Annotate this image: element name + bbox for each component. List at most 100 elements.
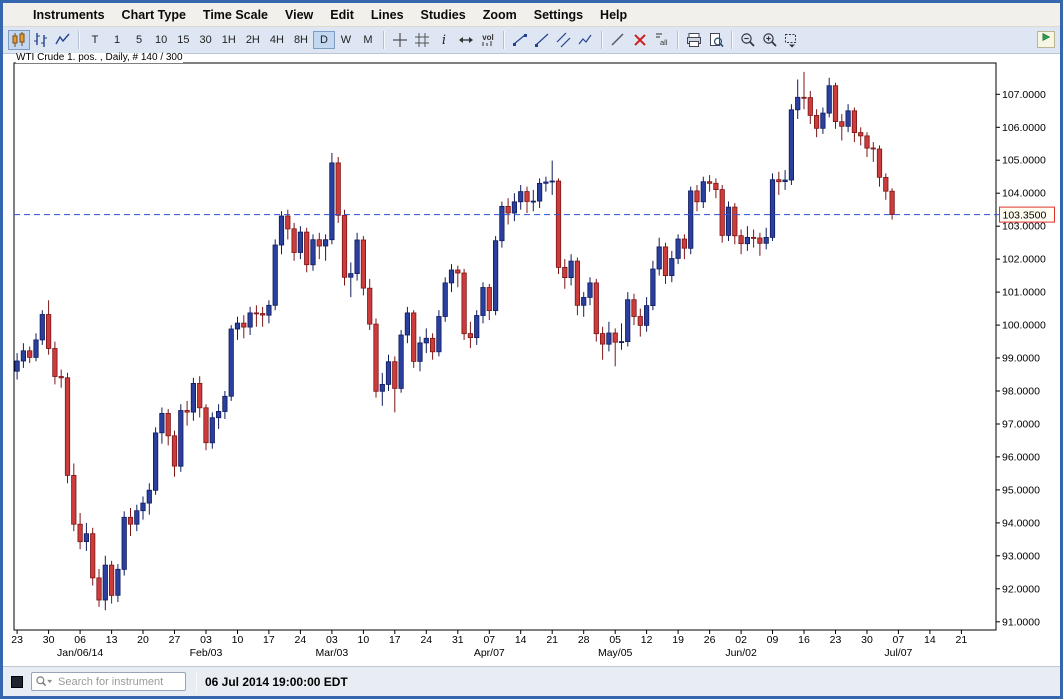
print-preview-button[interactable] (705, 30, 727, 50)
timeframe-4h-button[interactable]: 4H (265, 31, 289, 49)
svg-text:94.0000: 94.0000 (1002, 517, 1040, 529)
svg-text:26: 26 (704, 634, 716, 646)
svg-text:Jan/06/14: Jan/06/14 (57, 647, 103, 659)
instrument-color-square (11, 676, 23, 688)
crosshair-icon (391, 31, 409, 49)
timeframe-1-button[interactable]: 1 (106, 31, 128, 49)
svg-text:10: 10 (232, 634, 244, 646)
svg-text:30: 30 (43, 634, 55, 646)
svg-text:30: 30 (861, 634, 873, 646)
grid-button[interactable] (411, 30, 433, 50)
menu-lines[interactable]: Lines (371, 8, 404, 22)
svg-text:i: i (442, 33, 446, 48)
zoom-area-button[interactable] (781, 30, 803, 50)
channel-icon (555, 31, 573, 49)
menu-edit[interactable]: Edit (330, 8, 354, 22)
timeframe-2h-button[interactable]: 2H (241, 31, 265, 49)
menu-studies[interactable]: Studies (421, 8, 466, 22)
svg-text:106.0000: 106.0000 (1002, 122, 1046, 134)
menu-time-scale[interactable]: Time Scale (203, 8, 268, 22)
menu-instruments[interactable]: Instruments (33, 8, 105, 22)
candlestick-price-chart[interactable]: 91.000092.000093.000094.000095.000096.00… (3, 54, 1060, 666)
svg-text:14: 14 (515, 634, 527, 646)
volume-button[interactable]: vol (477, 30, 499, 50)
crosshair-button[interactable] (389, 30, 411, 50)
ohlc-bars-chart-button[interactable] (30, 30, 52, 50)
candlestick-chart-button[interactable] (8, 30, 30, 50)
info-button[interactable]: i (433, 30, 455, 50)
line-chart-button[interactable] (52, 30, 74, 50)
trend-line-button[interactable] (509, 30, 531, 50)
svg-text:28: 28 (578, 634, 590, 646)
zoom-in-button[interactable] (759, 30, 781, 50)
menu-zoom[interactable]: Zoom (483, 8, 517, 22)
statusbar-divider (196, 672, 197, 692)
toolbar-separator (677, 31, 679, 49)
svg-text:93.0000: 93.0000 (1002, 550, 1040, 562)
menu-bar: Instruments Chart Type Time Scale View Edit L… (3, 3, 1060, 27)
svg-text:20: 20 (137, 634, 149, 646)
svg-text:99.0000: 99.0000 (1002, 353, 1040, 365)
svg-text:16: 16 (798, 634, 810, 646)
ray-line-button[interactable] (531, 30, 553, 50)
svg-text:13: 13 (106, 634, 118, 646)
svg-text:06: 06 (74, 634, 86, 646)
svg-text:23: 23 (830, 634, 842, 646)
menu-help[interactable]: Help (600, 8, 627, 22)
horizontal-scroll-icon (457, 31, 475, 49)
svg-text:07: 07 (483, 634, 495, 646)
svg-text:27: 27 (169, 634, 181, 646)
svg-text:104.0000: 104.0000 (1002, 188, 1046, 200)
expand-panel-button[interactable] (1037, 31, 1055, 48)
svg-text:102.0000: 102.0000 (1002, 254, 1046, 266)
ray-line-icon (533, 31, 551, 49)
timeframe-t-button[interactable]: T (84, 31, 106, 49)
timeframe-m-button[interactable]: M (357, 31, 379, 49)
menu-view[interactable]: View (285, 8, 313, 22)
svg-text:02: 02 (735, 634, 747, 646)
search-input[interactable] (31, 672, 186, 691)
polyline-button[interactable] (575, 30, 597, 50)
svg-text:10: 10 (358, 634, 370, 646)
timeframe-w-button[interactable]: W (335, 31, 357, 49)
svg-text:19: 19 (672, 634, 684, 646)
timeframe-1h-button[interactable]: 1H (217, 31, 241, 49)
timeframe-30-button[interactable]: 30 (195, 31, 217, 49)
svg-text:96.0000: 96.0000 (1002, 451, 1040, 463)
svg-text:07: 07 (893, 634, 905, 646)
delete-drawings-icon (631, 31, 649, 49)
toolbar-separator (383, 31, 385, 49)
delete-drawings-button[interactable] (629, 30, 651, 50)
svg-text:101.0000: 101.0000 (1002, 287, 1046, 299)
menu-chart-type[interactable]: Chart Type (122, 8, 186, 22)
svg-text:Apr/07: Apr/07 (474, 647, 505, 659)
print-icon (685, 31, 703, 49)
zoom-area-icon (783, 31, 801, 49)
timeframe-5-button[interactable]: 5 (128, 31, 150, 49)
horizontal-scroll-button[interactable] (455, 30, 477, 50)
svg-text:23: 23 (11, 634, 23, 646)
svg-text:17: 17 (263, 634, 275, 646)
show-all-drawings-button[interactable]: all (651, 30, 673, 50)
svg-text:all: all (660, 38, 668, 47)
channel-button[interactable] (553, 30, 575, 50)
timeframe-10-button[interactable]: 10 (150, 31, 172, 49)
zoom-out-button[interactable] (737, 30, 759, 50)
svg-text:03: 03 (200, 634, 212, 646)
svg-text:21: 21 (956, 634, 968, 646)
add-line-button[interactable] (607, 30, 629, 50)
toolbar-separator (601, 31, 603, 49)
timeframe-8h-button[interactable]: 8H (289, 31, 313, 49)
polyline-icon (577, 31, 595, 49)
timeframe-d-button[interactable]: D (313, 31, 335, 49)
timeframe-15-button[interactable]: 15 (172, 31, 194, 49)
svg-text:98.0000: 98.0000 (1002, 386, 1040, 398)
svg-text:Mar/03: Mar/03 (316, 647, 349, 659)
print-preview-icon (707, 31, 725, 49)
svg-text:31: 31 (452, 634, 464, 646)
svg-text:03: 03 (326, 634, 338, 646)
print-button[interactable] (683, 30, 705, 50)
toolbar: T151015301H2H4H8HDWMivolall (3, 27, 1060, 54)
menu-settings[interactable]: Settings (534, 8, 583, 22)
svg-text:14: 14 (924, 634, 936, 646)
